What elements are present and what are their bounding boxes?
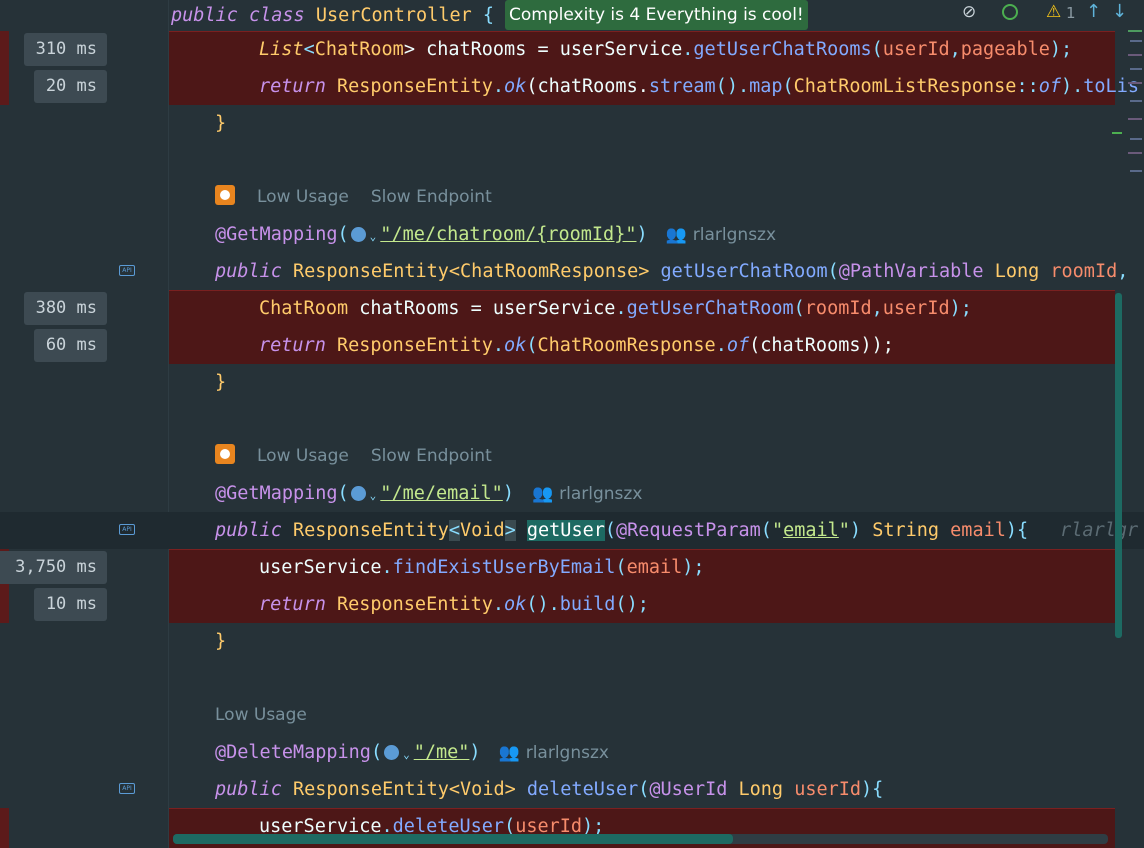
eye-crossed-icon[interactable]: ⊘: [962, 2, 984, 24]
slow-endpoint-hint[interactable]: Slow Endpoint: [371, 187, 492, 207]
code-line[interactable]: return ResponseEntity.ok(ChatRoomRespons…: [169, 327, 894, 364]
inline-author-hint: rlarlgr: [1060, 520, 1139, 541]
low-usage-hint[interactable]: Low Usage: [215, 705, 307, 725]
code-line[interactable]: @DeleteMapping(⌄ "/me") 👥 rlarlgnszx: [169, 734, 609, 771]
timing-badge[interactable]: 20 ms: [34, 70, 107, 103]
code-line[interactable]: public ResponseEntity<Void> getUser(@Req…: [169, 512, 1138, 549]
people-icon: 👥: [498, 743, 520, 763]
code-line[interactable]: }: [169, 105, 226, 142]
circle-icon[interactable]: [1002, 4, 1018, 20]
code-line[interactable]: }: [169, 623, 226, 660]
globe-icon[interactable]: [350, 486, 366, 501]
globe-icon[interactable]: [350, 227, 366, 242]
code-line[interactable]: public ResponseEntity<ChatRoomResponse> …: [169, 253, 1128, 290]
vertical-scrollbar[interactable]: [1115, 293, 1122, 638]
low-usage-hint[interactable]: Low Usage: [257, 446, 349, 466]
code-line[interactable]: ChatRoom chatRooms = userService.getUser…: [169, 290, 972, 327]
people-icon: 👥: [665, 225, 687, 245]
code-line[interactable]: return ResponseEntity.ok().build();: [169, 586, 649, 623]
gutter-error-marker: [0, 808, 9, 848]
chevron-down-icon[interactable]: ⌄: [370, 489, 377, 502]
slow-endpoint-icon: [215, 444, 235, 464]
arrow-down-icon[interactable]: ↓: [1112, 1, 1127, 22]
class-declaration: public class UserController {: [171, 5, 495, 26]
warning-count: 1: [1066, 4, 1076, 22]
timing-badge[interactable]: 60 ms: [34, 329, 107, 362]
chevron-down-icon[interactable]: ⌄: [370, 230, 377, 243]
globe-icon[interactable]: [384, 745, 400, 760]
api-endpoint-icon[interactable]: API: [119, 524, 135, 535]
code-line[interactable]: userService.findExistUserByEmail(email);: [169, 549, 705, 586]
gutter-error-marker: [0, 31, 9, 105]
code-vision-hints: Low Usage Slow Endpoint: [215, 438, 514, 475]
code-line[interactable]: public ResponseEntity<Void> deleteUser(@…: [169, 771, 883, 808]
low-usage-hint[interactable]: Low Usage: [257, 187, 349, 207]
editor-gutter: [0, 0, 169, 848]
author-hint[interactable]: 👥 rlarlgnszx: [666, 225, 776, 245]
code-vision-hints: Low Usage Slow Endpoint: [215, 179, 514, 216]
minimap[interactable]: [1112, 20, 1144, 180]
warning-icon[interactable]: ⚠: [1046, 2, 1061, 22]
api-endpoint-icon[interactable]: API: [119, 265, 135, 276]
people-icon: 👥: [531, 484, 554, 504]
slow-endpoint-icon: [215, 185, 235, 205]
complexity-banner[interactable]: Complexity is 4 Everything is cool!: [505, 0, 808, 30]
code-line[interactable]: }: [169, 364, 226, 401]
slow-endpoint-hint[interactable]: Slow Endpoint: [371, 446, 492, 466]
api-endpoint-icon[interactable]: API: [119, 783, 135, 794]
author-hint[interactable]: 👥 rlarlgnszx: [499, 743, 609, 763]
timing-badge[interactable]: 310 ms: [24, 33, 107, 66]
code-line[interactable]: return ResponseEntity.ok(chatRooms.strea…: [169, 68, 1139, 105]
code-line[interactable]: @GetMapping(⌄ "/me/chatroom/{roomId}") 👥 rl…: [169, 216, 776, 253]
timing-badge[interactable]: 3,750 ms: [0, 551, 107, 584]
chevron-down-icon[interactable]: ⌄: [403, 748, 410, 761]
author-hint[interactable]: 👥 rlarlgnszx: [532, 484, 642, 504]
horizontal-scrollbar-thumb[interactable]: [173, 834, 733, 844]
timing-badge[interactable]: 10 ms: [34, 588, 107, 621]
timing-badge[interactable]: 380 ms: [24, 292, 107, 325]
code-vision-hints: Low Usage: [215, 697, 329, 734]
code-line[interactable]: List<ChatRoom> chatRooms = userService.g…: [169, 31, 1072, 68]
code-line[interactable]: @GetMapping(⌄ "/me/email") 👥 rlarlgnszx: [169, 475, 642, 512]
arrow-up-icon[interactable]: ↑: [1086, 1, 1101, 22]
